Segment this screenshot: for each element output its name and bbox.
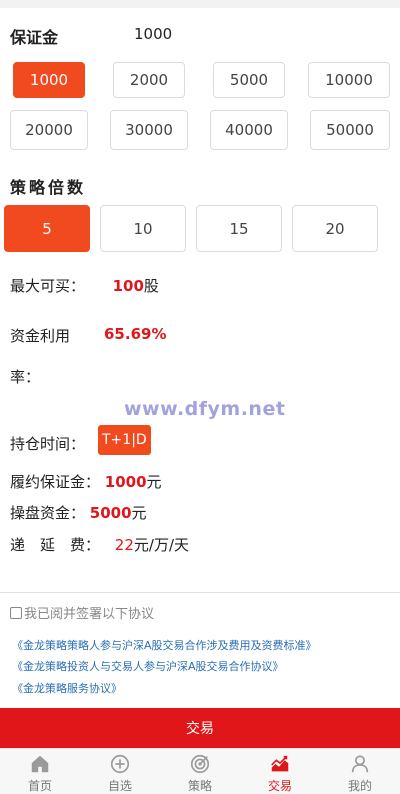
divider <box>0 592 400 593</box>
hold-time-label: 持仓时间： <box>10 435 86 453</box>
chart-trend-icon <box>271 755 289 772</box>
deposit-unit: 元 <box>146 473 162 491</box>
deposit-value: 1000 <box>104 473 147 491</box>
tab-watchlist[interactable]: 自选 <box>80 749 160 794</box>
bottom-tab-bar: 首页 自选 策略 交易 我的 <box>0 748 400 794</box>
plus-circle-icon <box>110 754 130 774</box>
amount-option-1000[interactable]: 1000 <box>13 62 85 98</box>
tab-strategy-label: 策略 <box>187 779 212 793</box>
max-buy-unit: 股 <box>143 277 159 295</box>
target-icon <box>190 754 210 774</box>
hold-time-badge: T+1|D <box>98 425 151 455</box>
leverage-option-15[interactable]: 15 <box>196 205 282 252</box>
utilization-value: 65.69% <box>104 325 167 343</box>
amount-option-50000[interactable]: 50000 <box>310 110 390 150</box>
leverage-option-10[interactable]: 10 <box>100 205 186 252</box>
deferral-value: 22 <box>114 536 134 554</box>
agreement-checkbox-row[interactable]: 我已阅并签署以下协议 <box>10 603 154 622</box>
tab-strategy[interactable]: 策略 <box>160 749 240 794</box>
leverage-title: 策略倍数 <box>10 178 87 197</box>
utilization-label-line1: 资金利用 <box>10 327 71 345</box>
max-buy-value: 100 <box>112 277 144 295</box>
user-icon <box>351 755 369 773</box>
utilization-value-wrap: 65.69% <box>104 325 166 343</box>
operating-row: 操盘资金： 5000元 <box>10 502 147 523</box>
agreement-link-service[interactable]: 《金龙策略服务协议》 <box>12 680 122 696</box>
tab-home[interactable]: 首页 <box>0 749 80 794</box>
deposit-row: 履约保证金： 1000元 <box>10 471 162 492</box>
tab-profile-label: 我的 <box>347 779 372 793</box>
watermark: www.dfym.net <box>124 398 286 420</box>
amount-option-30000[interactable]: 30000 <box>110 110 188 150</box>
home-icon <box>31 755 49 773</box>
tab-watchlist-label: 自选 <box>107 779 132 793</box>
top-strip <box>0 0 400 8</box>
operating-value: 5000 <box>89 504 132 522</box>
agreement-checkbox[interactable] <box>10 606 22 619</box>
agreement-checkbox-label: 我已阅并签署以下协议 <box>24 607 155 622</box>
amount-option-2000[interactable]: 2000 <box>113 62 185 98</box>
tab-home-label: 首页 <box>27 779 52 793</box>
operating-unit: 元 <box>131 504 147 522</box>
deferral-label: 递 延 费： <box>10 536 101 554</box>
leverage-option-20[interactable]: 20 <box>292 205 378 252</box>
margin-row: 保证金 <box>0 8 400 58</box>
max-buy-label: 最大可买： <box>10 277 86 295</box>
agreement-link-fees[interactable]: 《金龙策略策略人参与沪深A股交易合作涉及费用及资费标准》 <box>12 637 317 653</box>
tab-profile[interactable]: 我的 <box>320 749 400 794</box>
agreement-link-cooperation[interactable]: 《金龙策略投资人与交易人参与沪深A股交易合作协议》 <box>12 658 284 674</box>
amount-option-5000[interactable]: 5000 <box>213 62 285 98</box>
deferral-row: 递 延 费： 22元/万/天 <box>10 534 189 555</box>
tab-trade[interactable]: 交易 <box>240 749 320 794</box>
tab-trade-label: 交易 <box>267 779 292 793</box>
trade-button[interactable]: 交易 <box>0 708 400 748</box>
margin-input[interactable] <box>134 21 314 47</box>
amount-option-20000[interactable]: 20000 <box>10 110 88 150</box>
max-buy-row: 最大可买： 100股 <box>10 275 159 296</box>
deferral-unit: 元/万/天 <box>133 536 189 554</box>
leverage-option-5[interactable]: 5 <box>4 205 90 252</box>
amount-option-10000[interactable]: 10000 <box>308 62 390 98</box>
amount-option-40000[interactable]: 40000 <box>210 110 288 150</box>
utilization-label-line2: 率： <box>10 368 41 386</box>
operating-label: 操盘资金： <box>10 504 86 522</box>
deposit-label: 履约保证金： <box>10 473 101 491</box>
margin-label: 保证金 <box>10 28 59 47</box>
